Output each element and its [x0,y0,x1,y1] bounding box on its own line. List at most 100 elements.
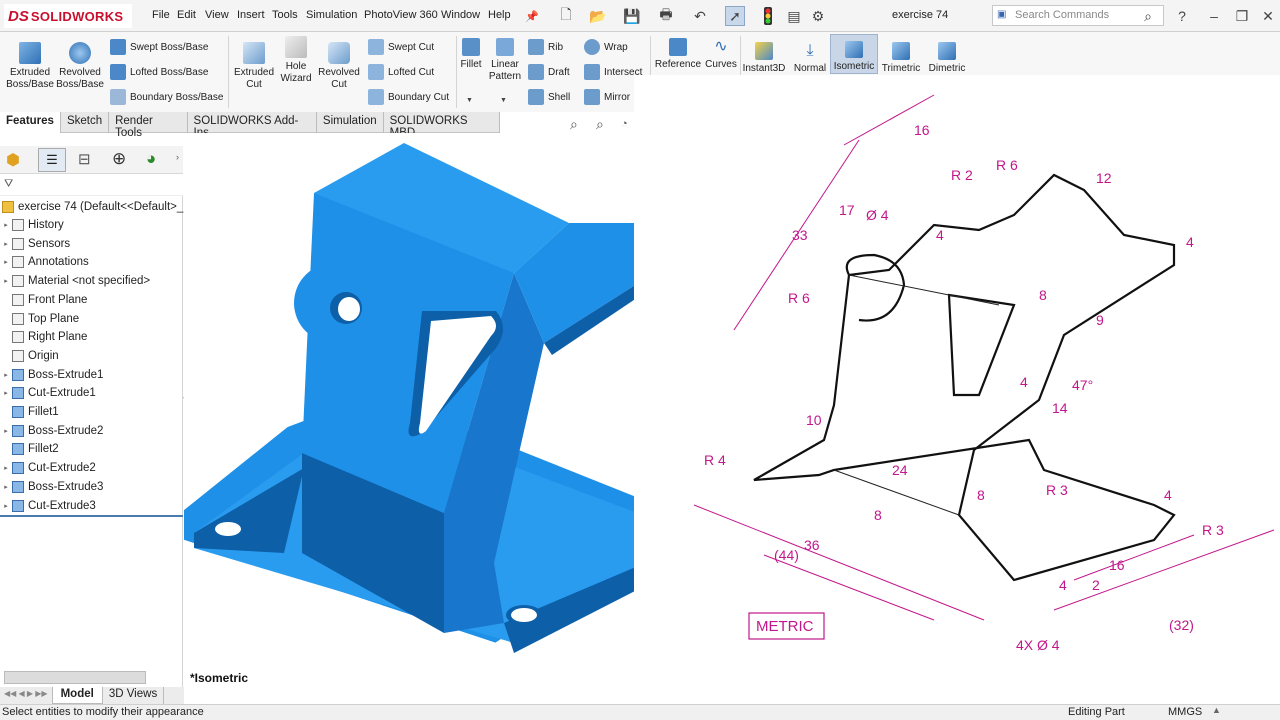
tab-mbd[interactable]: SOLIDWORKS MBD [384,112,500,139]
menu-simulation[interactable]: Simulation [306,9,357,21]
instant3d-button[interactable]: Instant3D [742,42,786,75]
panel-scroll-right-icon[interactable]: › [176,152,179,162]
tree-item[interactable]: ▸ Material <not specified> [0,272,150,290]
tree-item[interactable]: ▸ Annotations [0,253,89,271]
expand-arrow-icon[interactable]: ▸ [0,464,12,472]
boundary-boss-button[interactable]: Boundary Boss/Base [110,89,223,105]
tree-item[interactable]: ▸ Cut-Extrude2 [0,459,96,477]
undo-icon[interactable]: ↶ [690,6,710,26]
menu-file[interactable]: File [152,9,170,21]
configuration-manager-icon[interactable]: ⊟ [78,150,91,168]
dimxpert-icon[interactable]: ⊕ [112,149,126,169]
menu-tools[interactable]: Tools [272,9,298,21]
mirror-button[interactable]: Mirror [584,89,630,105]
tab-features[interactable]: Features [0,112,61,133]
tree-item[interactable]: Fillet1 [0,403,59,421]
trimetric-view-button[interactable]: Trimetric [880,42,922,75]
tab-sketch[interactable]: Sketch [61,112,110,133]
solidworks-logo[interactable]: DS SOLIDWORKS [4,4,132,28]
tree-item[interactable]: Origin [0,347,59,365]
restore-icon[interactable]: ❐ [1232,6,1252,26]
search-icon[interactable]: ⌕ [1138,6,1158,26]
pin-icon[interactable]: 📌 [522,6,542,26]
normal-to-view-button[interactable]: ⤓ Normal [790,42,830,75]
tree-item[interactable]: ▸ History [0,216,64,234]
tab-model[interactable]: Model [51,687,103,704]
expand-arrow-icon[interactable]: ▸ [0,427,12,435]
tab-addins[interactable]: SOLIDWORKS Add-Ins [188,112,317,139]
expand-arrow-icon[interactable]: ▸ [0,371,12,379]
tree-item[interactable]: Top Plane [0,310,79,328]
zoom-to-fit-icon[interactable]: ⌕ [570,116,578,133]
isometric-view-button[interactable]: Isometric [830,34,878,74]
menu-window[interactable]: Window [441,9,480,21]
menu-photoview[interactable]: PhotoView 360 [364,9,438,21]
linear-pattern-button[interactable]: Linear Pattern [486,38,524,83]
rebuild-icon[interactable] [758,6,778,26]
reference-geometry-button[interactable]: Reference [654,38,702,71]
menu-help[interactable]: Help [488,9,511,21]
tab-nav-arrows-icon[interactable]: ◀◀ ◀ ▶ ▶▶ [0,687,52,704]
new-document-icon[interactable]: 🗋 [556,6,576,26]
tree-item[interactable]: Fillet2 [0,440,59,458]
tree-root-part[interactable]: exercise 74 (Default<<Default>_ [0,198,183,216]
fillet-button[interactable]: Fillet [458,38,484,71]
expand-arrow-icon[interactable]: ▸ [0,389,12,397]
dimetric-view-button[interactable]: Dimetric [926,42,968,75]
file-properties-icon[interactable]: ▤ [784,6,804,26]
units-selector[interactable]: MMGS [1168,706,1202,718]
expand-arrow-icon[interactable]: ▸ [0,483,12,491]
minimize-icon[interactable]: – [1204,6,1224,26]
options-gear-icon[interactable]: ⚙ [808,6,828,26]
feature-manager-icon[interactable]: ⬢ [6,150,20,170]
graphics-area[interactable]: *Isometric [183,133,709,687]
property-manager-icon[interactable]: ☰ [38,148,66,172]
extruded-cut-button[interactable]: Extruded Cut [232,42,276,91]
tab-3d-views[interactable]: 3D Views [103,687,165,704]
extruded-boss-button[interactable]: Extruded Boss/Base [6,42,54,91]
lofted-cut-button[interactable]: Lofted Cut [368,64,434,80]
select-arrow-icon[interactable]: ➚ [725,6,745,26]
close-icon[interactable]: ✕ [1258,6,1278,26]
print-icon[interactable]: 🖶 [656,6,676,26]
swept-cut-button[interactable]: Swept Cut [368,39,434,55]
hole-wizard-button[interactable]: Hole Wizard [276,36,316,85]
search-scope-icon[interactable]: ▣ [997,9,1006,20]
revolved-cut-button[interactable]: Revolved Cut [316,42,362,91]
expand-arrow-icon[interactable]: ▸ [0,258,12,266]
tree-item[interactable]: ▸ Cut-Extrude3 [0,497,96,515]
display-manager-icon[interactable]: ◕ [146,149,156,169]
tree-item[interactable]: Front Plane [0,291,87,309]
tab-simulation[interactable]: Simulation [317,112,384,133]
tree-horizontal-scrollbar[interactable] [4,671,146,684]
lofted-boss-button[interactable]: Lofted Boss/Base [110,64,208,80]
draft-button[interactable]: Draft [528,64,570,80]
tree-item[interactable]: ▸ Boss-Extrude3 [0,478,103,496]
tree-item[interactable]: ▸ Sensors [0,235,70,253]
tree-item[interactable]: ▸ Boss-Extrude2 [0,422,103,440]
expand-arrow-icon[interactable]: ▸ [0,277,12,285]
menu-insert[interactable]: Insert [237,9,265,21]
wrap-button[interactable]: Wrap [584,39,628,55]
tree-item[interactable]: ▸ Boss-Extrude1 [0,366,103,384]
expand-arrow-icon[interactable]: ▸ [0,240,12,248]
boundary-cut-button[interactable]: Boundary Cut [368,89,449,105]
previous-view-icon[interactable]: ◔ [621,118,628,130]
save-icon[interactable]: 💾 [622,6,642,26]
menu-view[interactable]: View [205,9,229,21]
curves-button[interactable]: ∿ Curves [704,38,738,71]
zoom-to-area-icon[interactable]: ⌕ [596,116,604,133]
tab-render-tools[interactable]: Render Tools [109,112,188,139]
rib-button[interactable]: Rib [528,39,563,55]
fillet-dropdown-arrow-icon[interactable]: ▼ [466,97,473,104]
shell-button[interactable]: Shell [528,89,570,105]
tree-item[interactable]: ▸ Cut-Extrude1 [0,384,96,402]
expand-arrow-icon[interactable]: ▸ [0,502,12,510]
filter-icon[interactable]: ⛛ [4,178,13,191]
open-icon[interactable]: 📂 [588,6,608,26]
tree-item[interactable]: Right Plane [0,328,87,346]
revolved-boss-button[interactable]: Revolved Boss/Base [56,42,104,91]
help-icon[interactable]: ? [1172,6,1192,26]
pattern-dropdown-arrow-icon[interactable]: ▼ [500,97,507,104]
expand-arrow-icon[interactable]: ▸ [0,221,12,229]
